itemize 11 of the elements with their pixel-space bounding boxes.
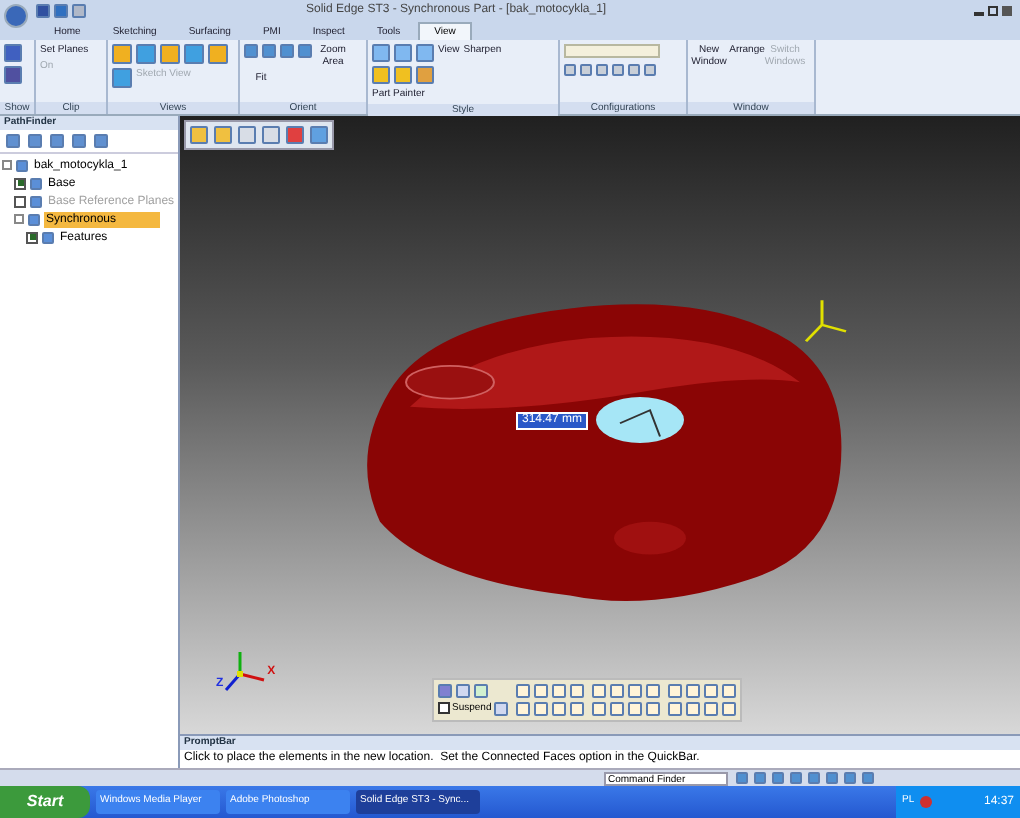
expand-icon[interactable] [14,214,24,224]
suspend-checkbox[interactable] [438,702,450,715]
application-button[interactable] [4,3,28,27]
start-button[interactable]: Start [0,786,90,818]
visibility-checkbox[interactable] [14,177,26,189]
expand-icon[interactable] [2,160,12,170]
tray-icon[interactable] [920,796,933,808]
coordinate-triad-icon [223,650,268,694]
configuration-dropdown[interactable] [564,44,660,58]
maximize-icon[interactable] [988,6,998,16]
visibility-checkbox[interactable] [26,231,38,243]
